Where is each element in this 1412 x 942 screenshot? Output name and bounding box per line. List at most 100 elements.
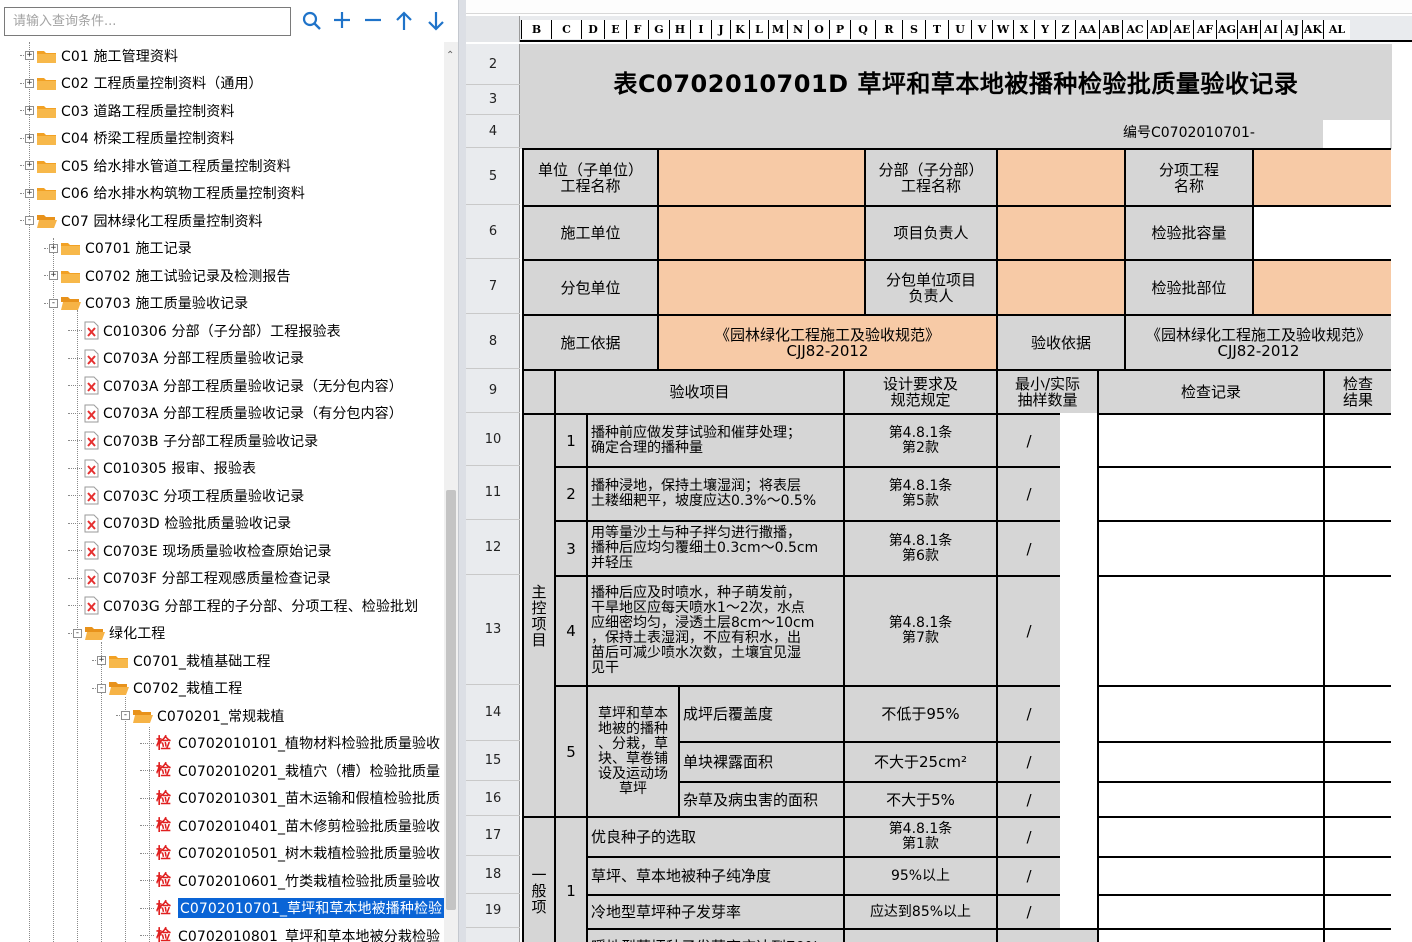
arrow-up-icon[interactable] bbox=[393, 9, 415, 33]
record-input[interactable] bbox=[1097, 781, 1323, 816]
column-label[interactable]: J bbox=[711, 20, 730, 39]
record-input[interactable] bbox=[1097, 928, 1323, 942]
column-label[interactable]: AC bbox=[1122, 20, 1147, 39]
collapse-icon[interactable]: - bbox=[73, 628, 82, 638]
row-label[interactable]: 11 bbox=[466, 466, 520, 520]
expand-icon[interactable]: + bbox=[25, 78, 34, 88]
column-label[interactable]: T bbox=[925, 20, 948, 39]
column-label[interactable]: U bbox=[948, 20, 971, 39]
tree-node[interactable]: 检 C0702010501_树木栽植检验批质量验收 bbox=[140, 840, 440, 867]
column-label[interactable]: P bbox=[829, 20, 850, 39]
row-label[interactable]: 10 bbox=[466, 413, 520, 466]
item-name-value[interactable] bbox=[1252, 148, 1391, 205]
column-label[interactable]: I bbox=[690, 20, 711, 39]
result-input[interactable] bbox=[1323, 466, 1391, 520]
result-input[interactable] bbox=[1323, 520, 1391, 575]
column-label[interactable]: E bbox=[604, 20, 626, 39]
record-input[interactable] bbox=[1097, 685, 1323, 741]
column-label[interactable]: H bbox=[669, 20, 690, 39]
column-label[interactable]: AB bbox=[1099, 20, 1122, 39]
tree-node[interactable]: C0702_栽植工程 bbox=[92, 675, 242, 702]
result-input[interactable] bbox=[1323, 928, 1391, 942]
column-label[interactable]: Y bbox=[1034, 20, 1055, 39]
sample-cell[interactable] bbox=[996, 928, 1097, 942]
column-label[interactable]: K bbox=[730, 20, 749, 39]
plus-icon[interactable] bbox=[331, 9, 353, 33]
result-input[interactable] bbox=[1323, 894, 1391, 928]
result-input[interactable] bbox=[1323, 856, 1391, 894]
column-label[interactable]: W bbox=[992, 20, 1013, 39]
column-label[interactable]: AJ bbox=[1281, 20, 1302, 39]
column-label[interactable]: F bbox=[626, 20, 648, 39]
tree-node[interactable]: C0703C 分项工程质量验收记录 bbox=[68, 482, 304, 509]
column-label[interactable]: AH bbox=[1237, 20, 1260, 39]
column-label[interactable]: Z bbox=[1055, 20, 1075, 39]
record-input[interactable] bbox=[1097, 520, 1323, 575]
row-label[interactable]: 8 bbox=[466, 314, 520, 369]
column-label[interactable]: R bbox=[875, 20, 902, 39]
tree-node[interactable]: C02 工程质量控制资料（通用） bbox=[20, 70, 263, 97]
row-label[interactable]: 4 bbox=[466, 115, 520, 148]
sub-manager-value[interactable] bbox=[996, 259, 1124, 314]
tree-node[interactable]: C0702 施工试验记录及检测报告 bbox=[44, 262, 291, 289]
column-label[interactable]: Q bbox=[850, 20, 875, 39]
tree-node[interactable]: C0703A 分部工程质量验收记录 bbox=[68, 345, 304, 372]
record-input[interactable] bbox=[1097, 741, 1323, 781]
tree-node[interactable]: C0703 施工质量验收记录 bbox=[44, 290, 248, 317]
tree-node[interactable]: 绿化工程 bbox=[68, 620, 165, 647]
row-label[interactable]: 12 bbox=[466, 520, 520, 575]
tree-node[interactable]: C010306 分部（子分部）工程报验表 bbox=[68, 317, 341, 344]
tree-node[interactable]: C03 道路工程质量控制资料 bbox=[20, 97, 234, 124]
sample-input[interactable] bbox=[1060, 575, 1097, 685]
unit-name-value[interactable] bbox=[657, 148, 864, 205]
sample-input[interactable] bbox=[1060, 816, 1097, 856]
row-label[interactable]: 17 bbox=[466, 816, 520, 856]
panel-splitter[interactable] bbox=[458, 0, 466, 942]
number-input[interactable] bbox=[1323, 120, 1390, 148]
record-input[interactable] bbox=[1097, 413, 1323, 466]
part-name-value[interactable] bbox=[996, 148, 1124, 205]
sample-input[interactable] bbox=[1060, 741, 1097, 781]
row-label[interactable]: 6 bbox=[466, 205, 520, 259]
sample-input[interactable] bbox=[1060, 685, 1097, 741]
result-input[interactable] bbox=[1323, 816, 1391, 856]
tree-node[interactable]: C0701 施工记录 bbox=[44, 235, 192, 262]
select-all-corner[interactable] bbox=[466, 16, 520, 42]
tree-node[interactable]: C0703G 分部工程的子分部、分项工程、检验批划 bbox=[68, 592, 418, 619]
row-label[interactable]: 2 bbox=[466, 44, 520, 85]
tree-node[interactable]: 检 C0702010101_植物材料检验批质量验收 bbox=[140, 730, 440, 757]
row-label[interactable]: 13 bbox=[466, 575, 520, 685]
tree-node[interactable]: C0703F 分部工程观感质量检查记录 bbox=[68, 565, 331, 592]
row-label[interactable]: 15 bbox=[466, 741, 520, 781]
row-label[interactable]: 3 bbox=[466, 85, 520, 115]
column-label[interactable]: AG bbox=[1216, 20, 1237, 39]
collapse-icon[interactable]: - bbox=[121, 711, 130, 720]
column-label[interactable]: X bbox=[1013, 20, 1034, 39]
expand-icon[interactable]: + bbox=[25, 51, 34, 60]
sample-input[interactable] bbox=[1060, 466, 1097, 520]
sample-input[interactable] bbox=[1060, 520, 1097, 575]
column-label[interactable]: B bbox=[521, 20, 551, 39]
expand-icon[interactable]: + bbox=[49, 243, 58, 253]
column-label[interactable]: AK bbox=[1302, 20, 1323, 39]
sample-input[interactable] bbox=[1060, 781, 1097, 816]
expand-icon[interactable]: + bbox=[25, 188, 34, 198]
record-input[interactable] bbox=[1097, 466, 1323, 520]
tree-node[interactable]: C0703E 现场质量验收检查原始记录 bbox=[68, 537, 332, 564]
column-label[interactable]: N bbox=[787, 20, 808, 39]
expand-icon[interactable]: + bbox=[25, 161, 34, 170]
tree-node[interactable]: 检 C0702010201_栽植穴（槽）检验批质量 bbox=[140, 757, 440, 784]
arrow-down-icon[interactable] bbox=[425, 9, 447, 33]
collapse-icon[interactable]: - bbox=[97, 683, 106, 693]
column-label[interactable]: AF bbox=[1193, 20, 1216, 39]
result-input[interactable] bbox=[1323, 575, 1391, 685]
expand-icon[interactable]: + bbox=[25, 133, 34, 143]
row-label[interactable]: 14 bbox=[466, 685, 520, 741]
tree-node[interactable]: C0703A 分部工程质量验收记录（无分包内容） bbox=[68, 372, 403, 399]
collapse-icon[interactable]: - bbox=[49, 298, 58, 308]
record-input[interactable] bbox=[1097, 816, 1323, 856]
tree-node[interactable]: 检 C0702010301_苗木运输和假植检验批质 bbox=[140, 785, 440, 812]
scroll-up-icon[interactable]: ⌃ bbox=[446, 50, 454, 61]
tree-node[interactable]: C06 给水排水构筑物工程质量控制资料 bbox=[20, 180, 305, 207]
column-label[interactable]: AI bbox=[1260, 20, 1281, 39]
